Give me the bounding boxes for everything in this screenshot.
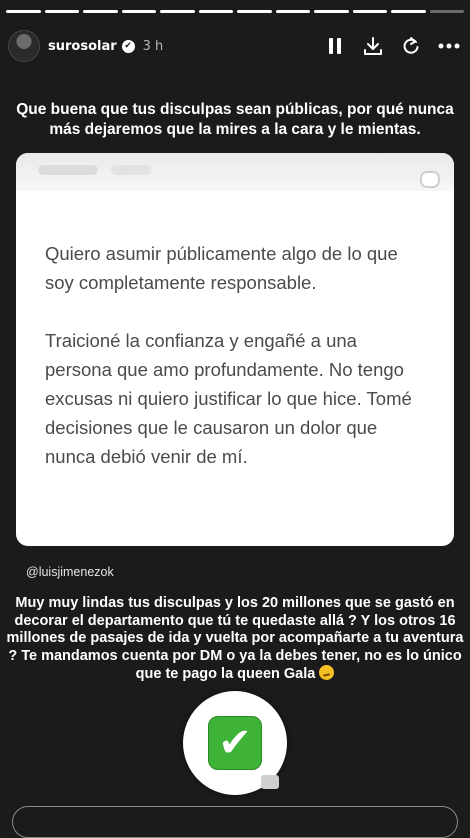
progress-segment	[160, 10, 195, 13]
progress-segment	[275, 10, 310, 13]
progress-segment	[121, 10, 156, 13]
story-header: surosolar ✔ 3 h	[8, 28, 460, 64]
story-progress-bar	[6, 10, 464, 13]
story-controls	[324, 35, 460, 57]
progress-segment	[198, 10, 233, 13]
progress-segment	[83, 10, 118, 13]
toggle-icon	[420, 171, 440, 188]
pause-icon[interactable]	[324, 35, 346, 57]
story-caption-top: Que buena que tus disculpas sean pública…	[16, 101, 454, 138]
blurred-text	[38, 165, 98, 175]
mention-handle[interactable]: @luisjimenezok	[26, 565, 114, 579]
check-mark-button-icon: ✔	[208, 716, 262, 770]
progress-segment	[44, 10, 79, 13]
progress-segment	[352, 10, 387, 13]
woozy-face-emoji-icon	[319, 665, 335, 680]
apology-note-card: Quiero asumir públicamente algo de lo qu…	[16, 153, 454, 546]
reply-input[interactable]	[12, 806, 458, 838]
apology-paragraph: Quiero asumir públicamente algo de lo qu…	[45, 243, 398, 293]
progress-segment	[314, 10, 349, 13]
story-caption-bottom: Muy muy lindas tus disculpas y los 20 mi…	[6, 595, 464, 684]
progress-segment	[237, 10, 272, 13]
apology-text: Quiero asumir públicamente algo de lo qu…	[45, 239, 426, 500]
refresh-icon[interactable]	[400, 35, 422, 57]
progress-segment	[391, 10, 426, 13]
sticker-corner	[261, 775, 279, 789]
download-icon[interactable]	[362, 35, 384, 57]
check-mark-sticker[interactable]: ✔	[183, 691, 287, 795]
progress-segment	[6, 10, 41, 13]
blurred-text	[111, 165, 151, 175]
apology-paragraph: Traicioné la confianza y engañé a una pe…	[45, 330, 412, 467]
caption-text: Muy muy lindas tus disculpas y los 20 mi…	[6, 595, 464, 682]
more-icon[interactable]	[438, 35, 460, 57]
verified-badge-icon: ✔	[121, 39, 135, 53]
avatar[interactable]	[8, 30, 40, 62]
progress-segment	[429, 10, 464, 13]
username[interactable]: surosolar	[48, 39, 117, 54]
blurred-card-header	[16, 153, 454, 191]
post-time: 3 h	[142, 38, 164, 54]
